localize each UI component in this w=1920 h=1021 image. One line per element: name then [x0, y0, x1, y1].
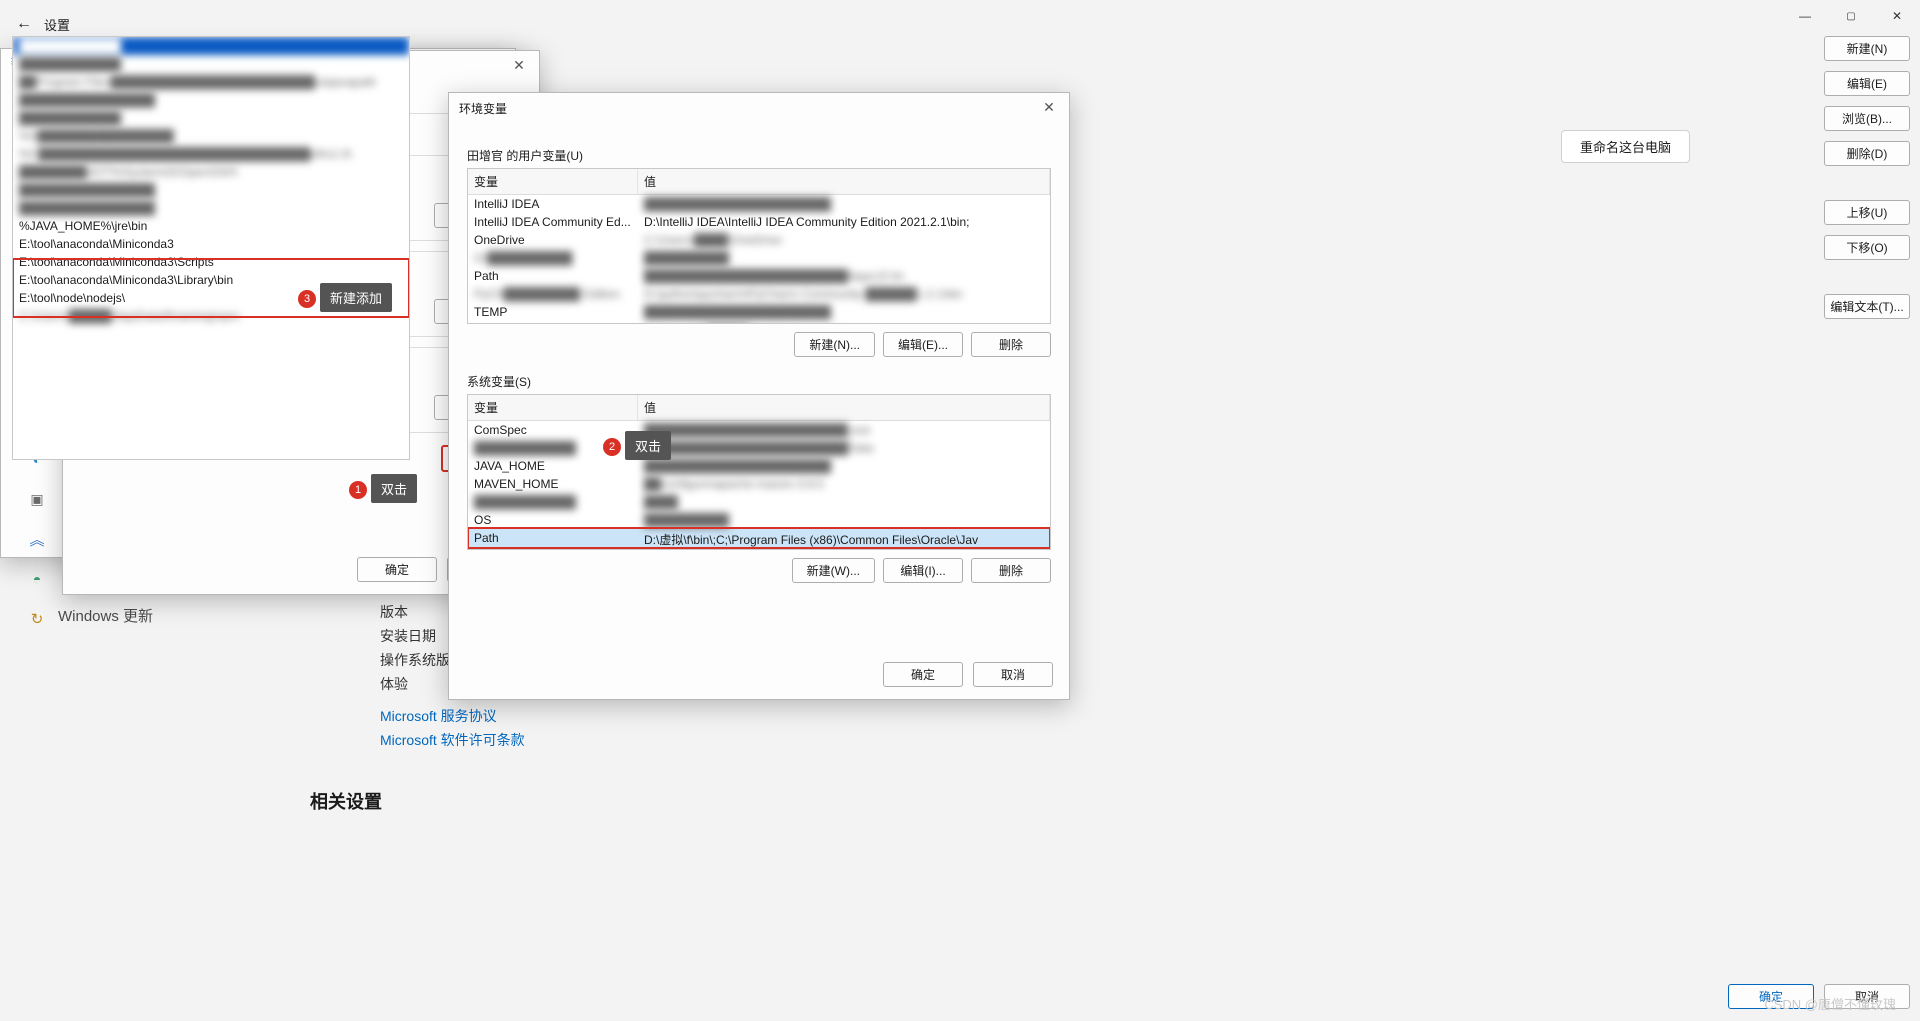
game-icon: ▣ [30, 491, 43, 508]
annotation-badge-3: 3 [298, 290, 316, 308]
rename-pc-button[interactable]: 重命名这台电脑 [1561, 130, 1690, 163]
table-row[interactable]: ComSpec████████████████████████.exe [468, 421, 1050, 439]
annotation-badge-2: 2 [603, 438, 621, 456]
watermark: CSDN @唐僧不懂玫瑰 [1764, 994, 1896, 1013]
annotation-badge-1: 1 [349, 481, 367, 499]
table-row[interactable]: Path████████████████████████Apps;D:\In [468, 267, 1050, 285]
list-item[interactable]: ████████████ [13, 109, 409, 127]
table-row[interactable]: IntelliJ IDEA Community Ed...D:\IntelliJ… [468, 213, 1050, 231]
close-icon[interactable]: ✕ [1035, 95, 1063, 119]
list-item[interactable]: ████████████████ [13, 199, 409, 217]
table-row[interactable]: ████████████████████████████████████Data [468, 439, 1050, 457]
list-item[interactable]: ██Program Files████████████████████████v… [13, 73, 409, 91]
table-row[interactable]: JAVA_HOME██████████████████████ [468, 457, 1050, 475]
delete-button[interactable]: 删除(D) [1824, 141, 1910, 166]
close-button[interactable] [1874, 0, 1920, 32]
user-new-button[interactable]: 新建(N)... [794, 332, 875, 357]
table-row[interactable]: TEMP██████████████████████ [468, 303, 1050, 321]
table-row[interactable]: MAVEN_HOME██configure\apache-maven-3.8.5 [468, 475, 1050, 493]
user-delete-button[interactable]: 删除 [971, 332, 1051, 357]
table-row[interactable]: ████████████████ [468, 493, 1050, 511]
sys-edit-button[interactable]: 编辑(I)... [883, 558, 963, 583]
window-controls [1782, 0, 1920, 32]
list-item[interactable]: ████████████████ [13, 91, 409, 109]
user-vars-label: 田增官 的用户变量(U) [467, 147, 1051, 164]
table-row[interactable]: TMPC:\Users\田█████\AppData\Local\Temp [468, 321, 1050, 324]
dialog-buttons: 确定 取消 [883, 662, 1053, 687]
list-item[interactable]: %C████████████████████████████████ell\v1… [13, 145, 409, 163]
new-button[interactable]: 新建(N) [1824, 36, 1910, 61]
dialog-title: 环境变量 [449, 93, 1069, 123]
link-license-terms[interactable]: Microsoft 软件许可条款 [380, 728, 525, 752]
col-val: 值 [638, 169, 1050, 194]
sidebar-item-gaming[interactable]: ▣ [16, 480, 58, 518]
list-item[interactable]: ████████████ [13, 55, 409, 73]
ok-button[interactable]: 确定 [357, 557, 437, 582]
minimize-button[interactable] [1782, 0, 1828, 32]
col-var: 变量 [468, 395, 638, 420]
sys-vars-label: 系统变量(S) [467, 373, 1051, 390]
move-down-button[interactable]: 下移(O) [1824, 235, 1910, 260]
sys-vars-list[interactable]: 变量 值 ComSpec████████████████████████.exe… [467, 394, 1051, 550]
col-var: 变量 [468, 169, 638, 194]
sys-delete-button[interactable]: 删除 [971, 558, 1051, 583]
table-row[interactable]: IntelliJ IDEA██████████████████████ [468, 195, 1050, 213]
edit-button[interactable]: 编辑(E) [1824, 71, 1910, 96]
list-item[interactable]: E:\tool\anaconda\Miniconda3\Scripts [13, 253, 409, 271]
annotation-label-1: 双击 [371, 474, 417, 503]
sidebar-item-update[interactable]: ↻ [16, 600, 58, 638]
sys-btnrow: 新建(W)... 编辑(I)... 删除 [467, 558, 1051, 583]
close-icon[interactable]: ✕ [505, 53, 533, 77]
list-header: 变量 值 [468, 395, 1050, 421]
user-vars-list[interactable]: 变量 值 IntelliJ IDEA██████████████████████… [467, 168, 1051, 324]
cancel-button[interactable]: 取消 [973, 662, 1053, 687]
sidebar-item-privacy[interactable]: ◓ [16, 560, 58, 598]
table-row[interactable]: OneDriveC:\Users\████\OneDrive [468, 231, 1050, 249]
annotation-label-2: 双击 [625, 431, 671, 460]
list-item[interactable]: E:\tool\anaconda\Miniconda3 [13, 235, 409, 253]
list-item[interactable]: ████████████ [13, 37, 409, 55]
list-item[interactable]: ████████████████ [13, 181, 409, 199]
table-row[interactable]: PathD:\虚拟\f\bin\;C;\Program Files (x86)\… [468, 529, 1050, 550]
list-item[interactable]: ████████JOT%\System32\OpenSSH\ [13, 163, 409, 181]
shield-icon: ◓ [33, 571, 41, 587]
sys-new-button[interactable]: 新建(W)... [792, 558, 875, 583]
annotation-label-3: 新建添加 [320, 283, 392, 312]
update-icon: ↻ [31, 610, 44, 628]
side-buttons: 新建(N) 编辑(E) 浏览(B)... 删除(D) 上移(U) 下移(O) 编… [1824, 36, 1910, 319]
list-item[interactable]: %JAVA_HOME%\jre\bin [13, 217, 409, 235]
path-list[interactable]: ██████████████████████████Program Files█… [12, 36, 410, 460]
sidebar-item-accessibility[interactable]: ︽ [16, 520, 58, 558]
edit-text-button[interactable]: 编辑文本(T)... [1824, 294, 1910, 319]
table-row[interactable]: OS██████████ [468, 511, 1050, 529]
maximize-button[interactable] [1828, 0, 1874, 32]
list-header: 变量 值 [468, 169, 1050, 195]
environment-variables-dialog: 环境变量 ✕ 田增官 的用户变量(U) 变量 值 IntelliJ IDEA██… [448, 92, 1070, 700]
user-btnrow: 新建(N)... 编辑(E)... 删除 [467, 332, 1051, 357]
list-item[interactable]: %S████████████████ [13, 127, 409, 145]
table-row[interactable]: PyCh█████████ EditionD:\python\pycharm\P… [468, 285, 1050, 303]
user-edit-button[interactable]: 编辑(E)... [883, 332, 963, 357]
browse-button[interactable]: 浏览(B)... [1824, 106, 1910, 131]
ok-button[interactable]: 确定 [883, 662, 963, 687]
table-row[interactable]: Or████████████████████ [468, 249, 1050, 267]
col-val: 值 [638, 395, 1050, 420]
window-title: 设置 [44, 15, 70, 34]
dialog-content: 田增官 的用户变量(U) 变量 值 IntelliJ IDEA█████████… [449, 123, 1069, 595]
link-service-agreement[interactable]: Microsoft 服务协议 [380, 704, 525, 728]
accessibility-icon: ︽ [29, 529, 44, 550]
related-settings-heading: 相关设置 [310, 788, 382, 814]
sidebar-label-update: Windows 更新 [58, 605, 153, 626]
move-up-button[interactable]: 上移(U) [1824, 200, 1910, 225]
